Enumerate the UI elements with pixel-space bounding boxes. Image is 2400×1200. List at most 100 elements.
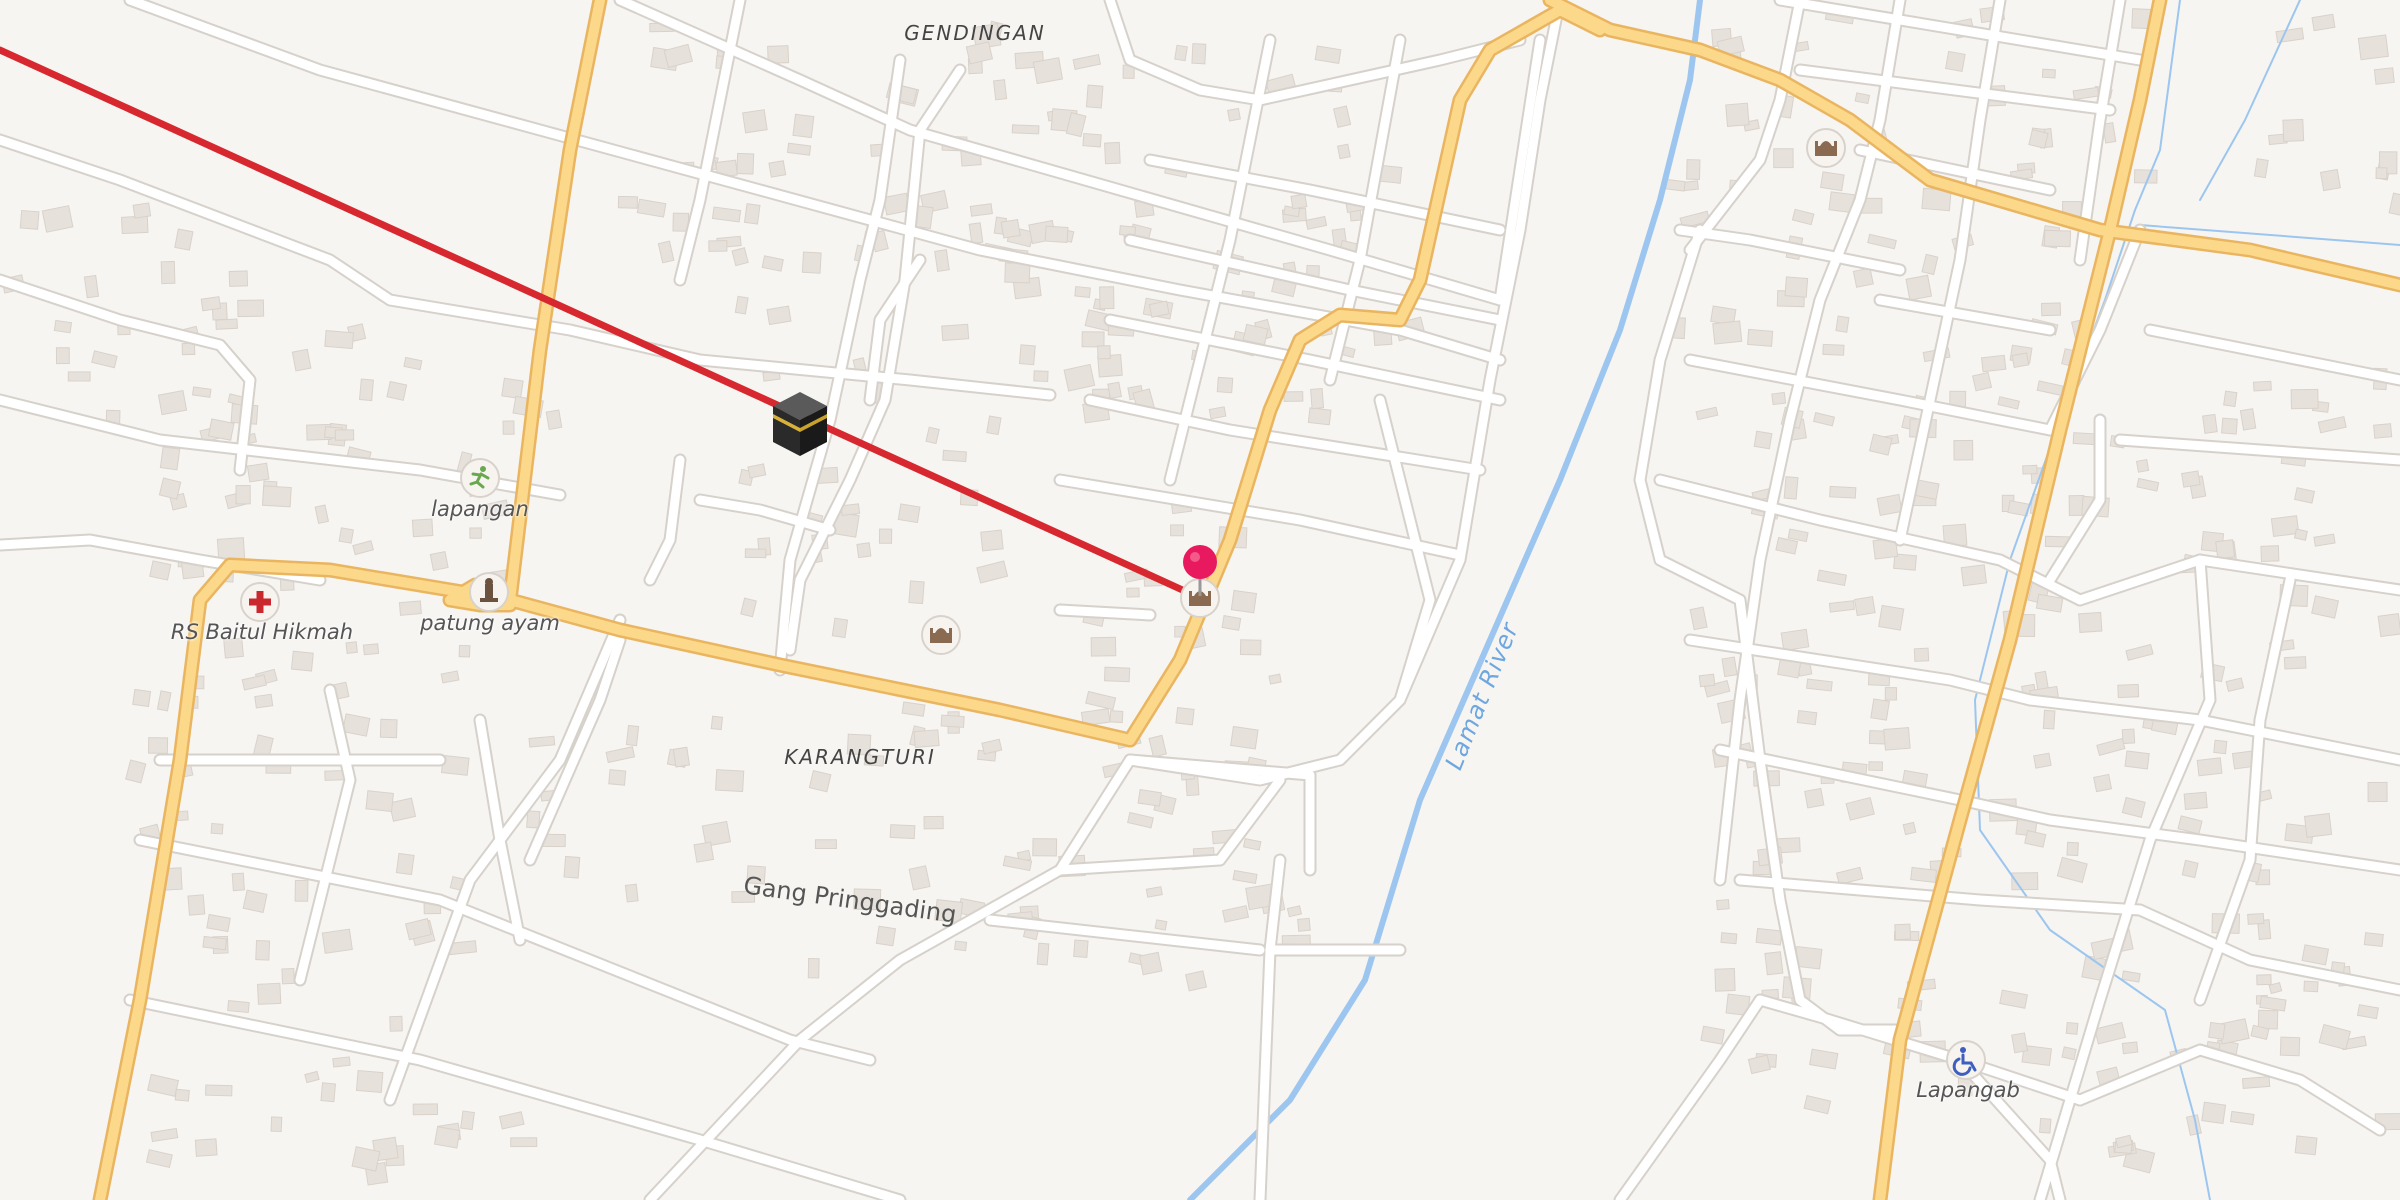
building: [1812, 411, 1836, 427]
building: [1953, 439, 1974, 461]
map-canvas[interactable]: [0, 0, 2400, 1200]
building: [2282, 118, 2305, 143]
building: [1175, 707, 1195, 726]
building: [545, 409, 563, 431]
mosque-poi-2[interactable]: [1806, 128, 1846, 168]
building: [433, 1126, 461, 1149]
place-label-karangturi: KARANGTURI: [784, 745, 936, 769]
building: [41, 205, 74, 233]
building: [338, 527, 354, 544]
building: [1698, 673, 1716, 688]
building: [768, 160, 787, 178]
building: [2257, 1009, 2279, 1030]
building: [120, 215, 149, 235]
building: [1721, 656, 1738, 678]
building: [2270, 515, 2300, 538]
building: [1689, 606, 1708, 631]
building: [1099, 286, 1115, 310]
building: [2136, 477, 2160, 492]
building: [352, 540, 374, 556]
building: [157, 390, 188, 416]
building: [2061, 1046, 2077, 1061]
building: [1230, 725, 1259, 750]
hospital-poi[interactable]: [240, 582, 280, 622]
building: [1072, 53, 1102, 70]
building: [150, 1127, 179, 1143]
building: [934, 249, 950, 272]
building: [200, 296, 222, 312]
building: [174, 228, 194, 251]
building: [747, 463, 767, 479]
building: [67, 371, 91, 382]
building: [715, 769, 745, 793]
building: [2293, 487, 2316, 504]
building: [1804, 787, 1825, 809]
building: [2247, 912, 2265, 925]
road-segment: [1055, 605, 1155, 620]
building: [205, 1084, 233, 1097]
building: [617, 195, 639, 209]
building: [2283, 656, 2307, 670]
building: [2373, 423, 2393, 439]
building: [528, 735, 556, 748]
map-view[interactable]: GENDINGAN KARANGTURI lapangan RS Baitul …: [0, 0, 2400, 1200]
building: [1809, 1048, 1839, 1070]
building: [1185, 970, 1208, 992]
road-segment: [2035, 555, 2215, 1200]
building: [625, 724, 640, 747]
building: [321, 928, 353, 954]
building: [2125, 643, 2154, 661]
building: [743, 203, 761, 225]
building: [1283, 391, 1304, 402]
road-segment: [1615, 995, 1765, 1200]
building: [1854, 595, 1876, 617]
building: [1286, 905, 1303, 918]
building: [2121, 796, 2146, 818]
building: [1032, 838, 1058, 857]
building: [379, 718, 398, 739]
building: [981, 738, 1003, 755]
building: [1018, 344, 1036, 366]
building: [1695, 406, 1719, 421]
building: [2056, 856, 2088, 884]
building: [740, 597, 757, 618]
building: [1712, 320, 1743, 345]
building: [1905, 274, 1933, 301]
monument-poi[interactable]: [469, 572, 509, 612]
building: [1876, 493, 1903, 516]
building: [976, 560, 1009, 584]
sports-poi[interactable]: [460, 458, 500, 498]
building: [808, 769, 832, 793]
building: [1073, 939, 1089, 958]
building: [2022, 464, 2038, 475]
building: [440, 670, 460, 684]
building: [194, 1138, 218, 1157]
building: [469, 527, 482, 539]
building: [158, 477, 182, 500]
building: [1806, 678, 1833, 692]
building: [498, 1111, 525, 1130]
disabled-poi[interactable]: [1946, 1040, 1986, 1080]
building: [1884, 687, 1898, 701]
building: [901, 701, 926, 717]
building: [365, 790, 395, 813]
building: [1337, 143, 1351, 160]
building: [19, 209, 40, 230]
mosque-poi-1[interactable]: [921, 615, 961, 655]
road-segment: [1635, 225, 1905, 1035]
building: [710, 715, 724, 731]
building: [1107, 381, 1122, 400]
road-segment: [2075, 555, 2400, 605]
building: [254, 693, 274, 709]
building: [1000, 218, 1021, 239]
building: [132, 688, 152, 708]
building: [942, 449, 967, 463]
building: [734, 295, 749, 315]
road-segment: [613, 0, 1507, 307]
building: [210, 822, 224, 835]
building: [1997, 396, 2020, 410]
building: [202, 935, 228, 951]
building: [2256, 974, 2272, 986]
building: [1305, 215, 1328, 230]
building: [1239, 639, 1262, 656]
